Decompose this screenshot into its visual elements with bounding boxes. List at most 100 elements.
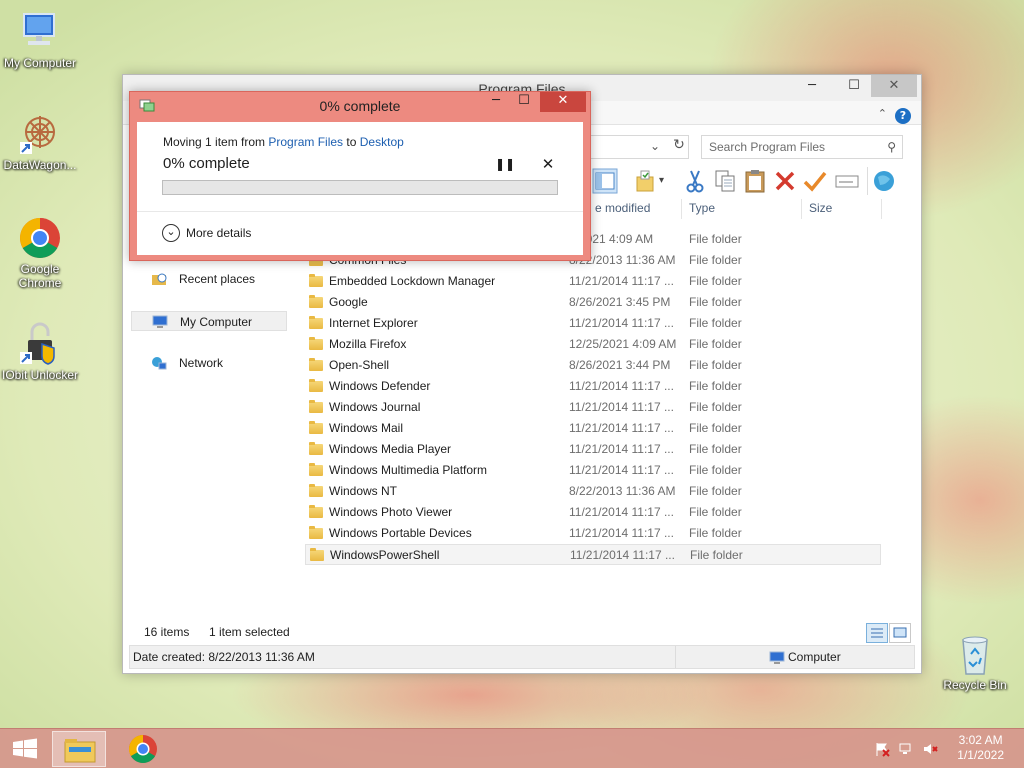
table-row[interactable]: Windows Portable Devices 11/21/2014 11:17… — [305, 523, 881, 544]
taskbar: 3:02 AM 1/1/2022 — [0, 728, 1024, 768]
preview-pane-icon[interactable] — [591, 167, 619, 195]
search-icon: ⚲ — [887, 140, 896, 154]
close-button[interactable]: ✕ — [871, 75, 917, 97]
desktop-icon-my-computer[interactable]: My Computer — [0, 10, 80, 70]
large-icons-view-button[interactable] — [889, 623, 911, 643]
folder-icon — [309, 421, 323, 434]
globe-icon[interactable] — [867, 167, 895, 195]
file-name: Windows Multimedia Platform — [329, 463, 488, 477]
network-icon — [151, 356, 167, 370]
recent-places-icon — [151, 272, 167, 286]
desktop-icon-label: Google Chrome — [18, 262, 62, 290]
file-type: File folder — [689, 526, 742, 540]
dialog-maximize-button[interactable]: ☐ — [510, 92, 538, 112]
table-row[interactable]: Windows Mail 11/21/2014 11:17 ... File fol… — [305, 418, 881, 439]
file-name: WindowsPowerShell — [330, 548, 440, 562]
unlocker-icon — [18, 322, 62, 366]
column-separator — [881, 199, 882, 219]
dialog-minimize-button[interactable]: ─ — [482, 92, 510, 112]
minimize-button[interactable]: ─ — [795, 75, 829, 97]
table-row[interactable]: Internet Explorer 11/21/2014 11:17 ... Fil… — [305, 313, 881, 334]
date-modified: 11/21/2014 11:17 ... — [570, 548, 675, 562]
table-row[interactable]: Windows Defender 11/21/2014 11:17 ... File… — [305, 376, 881, 397]
clock-time: 3:02 AM — [958, 733, 1003, 747]
table-row[interactable]: Mozilla Firefox 12/25/2021 4:09 AM File fo… — [305, 334, 881, 355]
copy-icon[interactable] — [711, 167, 739, 195]
column-header-size[interactable]: Size — [809, 197, 832, 219]
file-type: File folder — [689, 274, 742, 288]
pause-button[interactable]: ❚❚ — [495, 157, 515, 173]
folder-icon — [309, 358, 323, 371]
taskbar-chrome[interactable] — [116, 731, 170, 767]
destination-link[interactable]: Desktop — [360, 135, 404, 149]
file-operation-dialog[interactable]: 0% complete ─ ☐ ✕ Moving 1 item from Pro… — [129, 91, 591, 261]
computer-icon — [769, 650, 785, 664]
nav-item-network[interactable]: Network — [131, 353, 287, 373]
folder-icon — [309, 337, 323, 350]
search-input[interactable] — [702, 136, 872, 158]
operation-description: Moving 1 item from Program Files to Desk… — [163, 135, 404, 149]
date-modified: 8/26/2021 3:45 PM — [569, 295, 671, 309]
table-row[interactable]: Open-Shell 8/26/2021 3:44 PM File folder — [305, 355, 881, 376]
start-button[interactable] — [0, 731, 54, 767]
desktop-icon-recycle-bin[interactable]: Recycle Bin — [935, 632, 1015, 692]
date-modified: 11/21/2014 11:17 ... — [569, 379, 674, 393]
chevron-down-icon[interactable]: ⌄ — [645, 135, 665, 159]
column-header-date[interactable]: e modified — [595, 197, 650, 219]
checkmark-icon[interactable] — [801, 167, 829, 195]
action-center-flag-icon[interactable] — [874, 741, 890, 757]
rename-icon[interactable] — [833, 167, 861, 195]
date-modified: 8/26/2021 3:44 PM — [569, 358, 671, 372]
desktop-icon-datawagon[interactable]: DataWagon... — [0, 112, 80, 172]
taskbar-file-explorer[interactable] — [52, 731, 106, 767]
network-tray-icon[interactable] — [898, 741, 914, 757]
date-modified: 11/21/2014 11:17 ... — [569, 400, 674, 414]
nav-item-my-computer[interactable]: My Computer — [131, 311, 287, 331]
table-row[interactable]: Google 8/26/2021 3:45 PM File folder — [305, 292, 881, 313]
table-row[interactable]: Windows Media Player 11/21/2014 11:17 ...… — [305, 439, 881, 460]
column-header-type[interactable]: Type — [689, 197, 715, 219]
file-name: Internet Explorer — [329, 316, 418, 330]
file-type: File folder — [689, 232, 742, 246]
file-type: File folder — [689, 316, 742, 330]
file-explorer-icon — [64, 739, 96, 763]
date-modified: 8/22/2013 11:36 AM — [569, 484, 676, 498]
table-row[interactable]: Embedded Lockdown Manager 11/21/2014 11:1… — [305, 271, 881, 292]
table-row[interactable]: Windows NT 8/22/2013 11:36 AM File folder — [305, 481, 881, 502]
paste-icon[interactable] — [741, 167, 769, 195]
delete-icon[interactable] — [771, 167, 799, 195]
maximize-button[interactable]: ☐ — [837, 75, 871, 97]
folder-icon — [309, 484, 323, 497]
table-row[interactable]: WindowsPowerShell 11/21/2014 11:17 ... Fil… — [305, 544, 881, 565]
file-name: Google — [329, 295, 368, 309]
nav-item-recent-places[interactable]: Recent places — [131, 269, 287, 289]
dialog-close-button[interactable]: ✕ — [540, 92, 586, 112]
date-modified: 11/21/2014 11:17 ... — [569, 442, 674, 456]
chevron-up-icon[interactable]: ⌃ — [878, 107, 887, 120]
more-details-button[interactable]: ⌄ More details — [162, 223, 251, 245]
file-type: File folder — [689, 358, 742, 372]
file-type: File folder — [689, 379, 742, 393]
clock-date: 1/1/2022 — [957, 748, 1004, 762]
file-type: File folder — [689, 484, 742, 498]
cut-icon[interactable] — [681, 167, 709, 195]
dropdown-arrow-icon[interactable]: ▾ — [659, 167, 673, 195]
search-box[interactable]: ⚲ — [701, 135, 903, 159]
file-type: File folder — [689, 442, 742, 456]
refresh-icon[interactable]: ↻ — [669, 137, 689, 157]
file-name: Windows Media Player — [329, 442, 452, 456]
desktop-icon-iobit-unlocker[interactable]: IObit Unlocker — [0, 322, 80, 382]
more-details-label: More details — [186, 226, 252, 240]
volume-muted-icon[interactable] — [922, 741, 938, 757]
progress-bar — [162, 180, 558, 195]
source-link[interactable]: Program Files — [268, 135, 343, 149]
help-icon[interactable]: ? — [895, 108, 911, 124]
details-view-button[interactable] — [866, 623, 888, 643]
table-row[interactable]: Windows Multimedia Platform 11/21/2014 11… — [305, 460, 881, 481]
system-clock[interactable]: 3:02 AM 1/1/2022 — [957, 733, 1004, 763]
table-row[interactable]: Windows Photo Viewer 11/21/2014 11:17 ...… — [305, 502, 881, 523]
table-row[interactable]: Windows Journal 11/21/2014 11:17 ... File … — [305, 397, 881, 418]
stop-button[interactable]: ✕ — [540, 155, 556, 173]
folder-options-icon[interactable] — [633, 167, 661, 195]
desktop-icon-google-chrome[interactable]: Google Chrome — [0, 216, 80, 290]
